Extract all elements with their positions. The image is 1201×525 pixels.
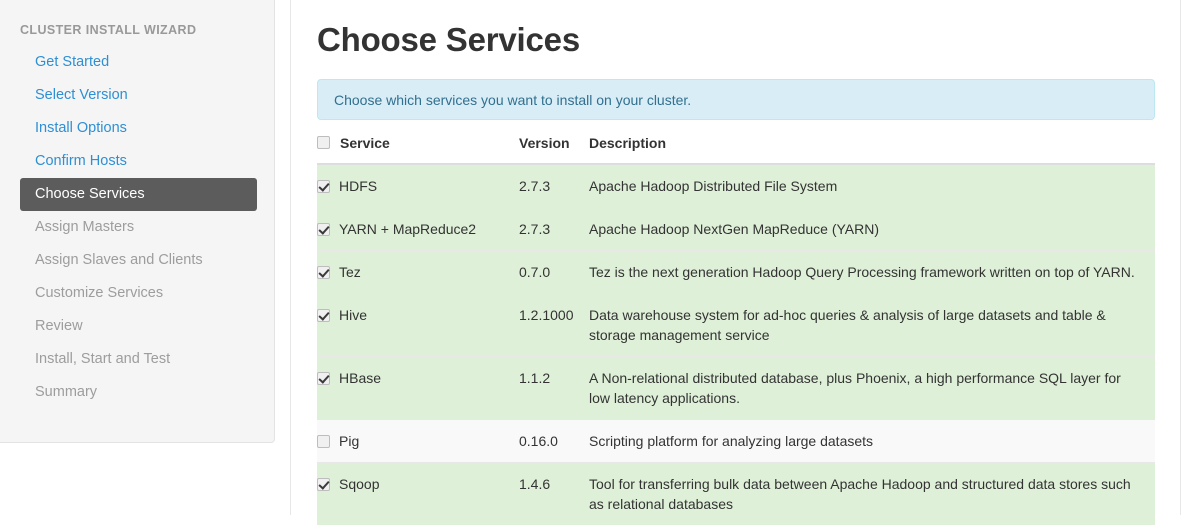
service-name-cell: YARN + MapReduce2 [317,208,519,251]
table-row[interactable]: Pig 0.16.0 Scripting platform for analyz… [317,420,1155,463]
service-description-cell: Scripting platform for analyzing large d… [589,420,1155,463]
service-version-cell: 2.7.3 [519,208,589,251]
table-row[interactable]: Tez 0.7.0 Tez is the next generation Had… [317,251,1155,294]
service-checkbox[interactable] [317,223,330,236]
service-checkbox[interactable] [317,180,330,193]
service-name-label: YARN + MapReduce2 [339,221,476,237]
service-checkbox[interactable] [317,478,330,491]
service-version-cell: 1.4.6 [519,463,589,525]
sidebar-item-get-started[interactable]: Get Started [20,46,257,79]
service-name-label: Hive [339,307,367,323]
sidebar-item-confirm-hosts[interactable]: Confirm Hosts [20,145,257,178]
services-table-body: HDFS 2.7.3 Apache Hadoop Distributed Fil… [317,164,1155,525]
sidebar-content-divider [290,0,291,515]
main-content: Choose Services Choose which services yo… [317,0,1155,525]
content-right-divider [1180,0,1181,515]
service-name-label: Tez [339,264,361,280]
header-service-cell: Service [317,135,519,164]
service-name-cell: Sqoop [317,463,519,525]
service-checkbox[interactable] [317,309,330,322]
header-service-label: Service [340,135,390,151]
service-description-cell: Tool for transferring bulk data between … [589,463,1155,525]
sidebar-item-choose-services[interactable]: Choose Services [20,178,257,211]
service-name-cell: HBase [317,357,519,420]
sidebar-item-assign-masters: Assign Masters [20,211,257,244]
service-description-cell: A Non-relational distributed database, p… [589,357,1155,420]
service-version-cell: 0.16.0 [519,420,589,463]
header-description-label: Description [589,135,1155,164]
sidebar-item-install-start-and-test: Install, Start and Test [20,343,257,376]
service-description-cell: Data warehouse system for ad-hoc queries… [589,294,1155,357]
service-description-cell: Apache Hadoop NextGen MapReduce (YARN) [589,208,1155,251]
table-header-row: Service Version Description [317,135,1155,164]
service-checkbox[interactable] [317,372,330,385]
cluster-install-wizard-sidebar: CLUSTER INSTALL WIZARD Get Started Selec… [0,0,275,443]
service-version-cell: 1.1.2 [519,357,589,420]
sidebar-title: CLUSTER INSTALL WIZARD [20,23,196,37]
info-banner: Choose which services you want to instal… [317,79,1155,120]
sidebar-item-review: Review [20,310,257,343]
service-name-cell: Pig [317,420,519,463]
table-row[interactable]: Hive 1.2.1000 Data warehouse system for … [317,294,1155,357]
service-name-label: HBase [339,370,381,386]
sidebar-item-assign-slaves-and-clients: Assign Slaves and Clients [20,244,257,277]
table-row[interactable]: YARN + MapReduce2 2.7.3 Apache Hadoop Ne… [317,208,1155,251]
wizard-step-list: Get Started Select Version Install Optio… [0,46,275,409]
services-table: Service Version Description HDFS 2.7.3 A… [317,135,1155,525]
service-version-cell: 0.7.0 [519,251,589,294]
services-table-head: Service Version Description [317,135,1155,164]
sidebar-item-select-version[interactable]: Select Version [20,79,257,112]
sidebar-item-summary: Summary [20,376,257,409]
sidebar-item-install-options[interactable]: Install Options [20,112,257,145]
service-name-label: Sqoop [339,476,379,492]
service-name-cell: Tez [317,251,519,294]
service-name-label: Pig [339,433,359,449]
service-description-cell: Apache Hadoop Distributed File System [589,164,1155,208]
service-checkbox[interactable] [317,266,330,279]
service-version-cell: 1.2.1000 [519,294,589,357]
table-row[interactable]: HBase 1.1.2 A Non-relational distributed… [317,357,1155,420]
page-title: Choose Services [317,0,1155,60]
table-row[interactable]: Sqoop 1.4.6 Tool for transferring bulk d… [317,463,1155,525]
service-checkbox[interactable] [317,435,330,448]
service-name-label: HDFS [339,178,377,194]
table-row[interactable]: HDFS 2.7.3 Apache Hadoop Distributed Fil… [317,164,1155,208]
choose-services-page: CLUSTER INSTALL WIZARD Get Started Selec… [0,0,1201,515]
service-description-cell: Tez is the next generation Hadoop Query … [589,251,1155,294]
service-name-cell: HDFS [317,164,519,208]
sidebar-item-customize-services: Customize Services [20,277,257,310]
service-name-cell: Hive [317,294,519,357]
select-all-checkbox[interactable] [317,136,330,149]
header-version-label: Version [519,135,589,164]
service-version-cell: 2.7.3 [519,164,589,208]
